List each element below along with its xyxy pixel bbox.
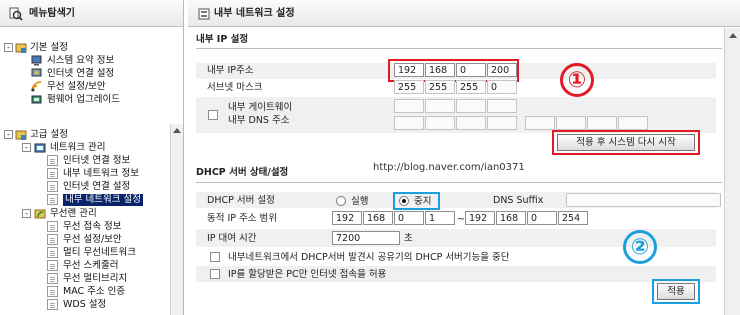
dns2-octet-4[interactable] xyxy=(618,116,648,130)
network-icon xyxy=(31,68,42,77)
wireless-folder-icon xyxy=(34,209,46,219)
main-header: 내부 네트워크 설정 xyxy=(188,0,740,27)
dns2-octet-3[interactable] xyxy=(587,116,617,130)
subnet-octet-1[interactable]: 255 xyxy=(394,80,424,94)
main-panel: 내부 네트워크 설정 내부 IP 설정 내부 IP주소 192 168 0 20… xyxy=(188,0,740,315)
wireless-icon xyxy=(31,81,42,92)
range-start-octet-1[interactable]: 192 xyxy=(332,211,362,225)
divider xyxy=(196,48,722,49)
page-title: 내부 네트워크 설정 xyxy=(214,8,295,19)
gateway-octet-3[interactable] xyxy=(456,99,486,113)
gateway-octet-2[interactable] xyxy=(425,99,455,113)
dns1-octet-3[interactable] xyxy=(456,116,486,130)
sidebar-scrollbar[interactable] xyxy=(170,124,183,315)
gateway-octet-1[interactable] xyxy=(394,99,424,113)
page-icon xyxy=(47,260,58,271)
page-icon xyxy=(47,234,58,245)
watermark-url: http://blog.naver.com/ian0371 xyxy=(373,162,525,173)
collapse-icon[interactable]: - xyxy=(4,43,13,52)
page-icon xyxy=(47,299,58,310)
collapse-icon[interactable]: - xyxy=(22,209,31,218)
main-scrollbar[interactable] xyxy=(724,28,740,315)
page-icon xyxy=(47,221,58,232)
dhcp-server-label: DHCP 서버 설정 xyxy=(207,195,275,206)
page-icon xyxy=(47,155,58,166)
subnet-octet-3[interactable]: 255 xyxy=(456,80,486,94)
allow-assigned-only-label: IP를 할당받은 PC만 인터넷 접속을 허용 xyxy=(228,269,387,280)
tree-group-label: 기본 설정 xyxy=(30,42,68,53)
range-end-octet-1[interactable]: 192 xyxy=(465,211,495,225)
collapse-icon[interactable]: - xyxy=(22,143,31,152)
network-folder-icon xyxy=(34,143,46,153)
dhcp-section-title: DHCP 서버 상태/설정 xyxy=(196,167,289,178)
search-tree-icon xyxy=(9,7,23,21)
dns2-octet-1[interactable] xyxy=(525,116,555,130)
ip-highlight-box xyxy=(388,59,519,82)
page-icon xyxy=(47,168,58,179)
dhcp-run-radio[interactable] xyxy=(336,196,346,206)
gateway-checkbox[interactable] xyxy=(208,110,218,120)
page-icon xyxy=(47,286,58,297)
lease-time-input[interactable]: 7200 xyxy=(332,231,400,245)
allow-assigned-only-checkbox[interactable] xyxy=(210,269,220,279)
range-start-octet-3[interactable]: 0 xyxy=(394,211,424,225)
range-end-octet-3[interactable]: 0 xyxy=(527,211,557,225)
firmware-icon xyxy=(31,95,42,104)
dns-suffix-label: DNS Suffix xyxy=(493,195,544,206)
monitor-icon xyxy=(31,55,42,66)
range-end-octet-2[interactable]: 168 xyxy=(496,211,526,225)
folder-settings-icon xyxy=(15,43,27,53)
folder-settings-icon xyxy=(15,130,27,140)
range-start-octet-2[interactable]: 168 xyxy=(363,211,393,225)
scroll-up-icon[interactable] xyxy=(729,32,737,38)
menu-explorer-title: 메뉴탐색기 xyxy=(29,8,75,19)
page-icon xyxy=(47,181,58,192)
subnet-label: 서브넷 마스크 xyxy=(207,82,263,93)
ip-section-title: 내부 IP 설정 xyxy=(196,34,249,45)
ip-label: 내부 IP주소 xyxy=(207,65,254,76)
subnet-octet-4[interactable]: 0 xyxy=(487,80,517,94)
dhcp-stop-on-detect-label: 내부네트워크에서 DHCP서버 발견시 공유기의 DHCP 서버기능을 중단 xyxy=(228,252,510,263)
lease-time-unit: 초 xyxy=(404,233,413,244)
range-start-octet-4[interactable]: 1 xyxy=(425,211,455,225)
dns1-octet-1[interactable] xyxy=(394,116,424,130)
divider xyxy=(196,182,722,183)
apply-restart-highlight-box xyxy=(552,130,700,155)
dns-label: 내부 DNS 주소 xyxy=(228,115,290,126)
lease-time-label: IP 대여 시간 xyxy=(207,233,257,244)
apply-highlight-box xyxy=(652,279,700,304)
page-icon xyxy=(47,273,58,284)
dns1-octet-4[interactable] xyxy=(487,116,517,130)
gateway-octet-4[interactable] xyxy=(487,99,517,113)
scroll-up-icon[interactable] xyxy=(173,127,181,133)
annotation-number-two: ② xyxy=(623,230,657,264)
dhcp-run-label: 실행 xyxy=(351,196,369,207)
dhcp-stop-on-detect-checkbox[interactable] xyxy=(210,252,220,262)
menu-explorer-panel: 메뉴탐색기 - 기본 설정 시스템 요약 정보 인터넷 연결 설정 무선 설정/… xyxy=(0,0,184,315)
page-settings-icon xyxy=(198,8,210,20)
dns-suffix-input[interactable] xyxy=(566,193,721,207)
dns1-octet-2[interactable] xyxy=(425,116,455,130)
dns2-octet-2[interactable] xyxy=(556,116,586,130)
page-icon xyxy=(47,247,58,258)
dhcp-range-label: 동적 IP 주소 범위 xyxy=(207,213,278,224)
page-icon xyxy=(47,194,58,205)
subnet-octet-2[interactable]: 255 xyxy=(425,80,455,94)
menu-explorer-header: 메뉴탐색기 xyxy=(0,0,183,27)
gateway-label: 내부 게이트웨이 xyxy=(228,102,293,113)
annotation-number-one: ① xyxy=(560,63,594,97)
dhcp-stop-highlight-box xyxy=(393,192,440,210)
range-end-octet-4[interactable]: 254 xyxy=(558,211,588,225)
collapse-icon[interactable]: - xyxy=(4,130,13,139)
range-separator: ~ xyxy=(457,214,465,225)
